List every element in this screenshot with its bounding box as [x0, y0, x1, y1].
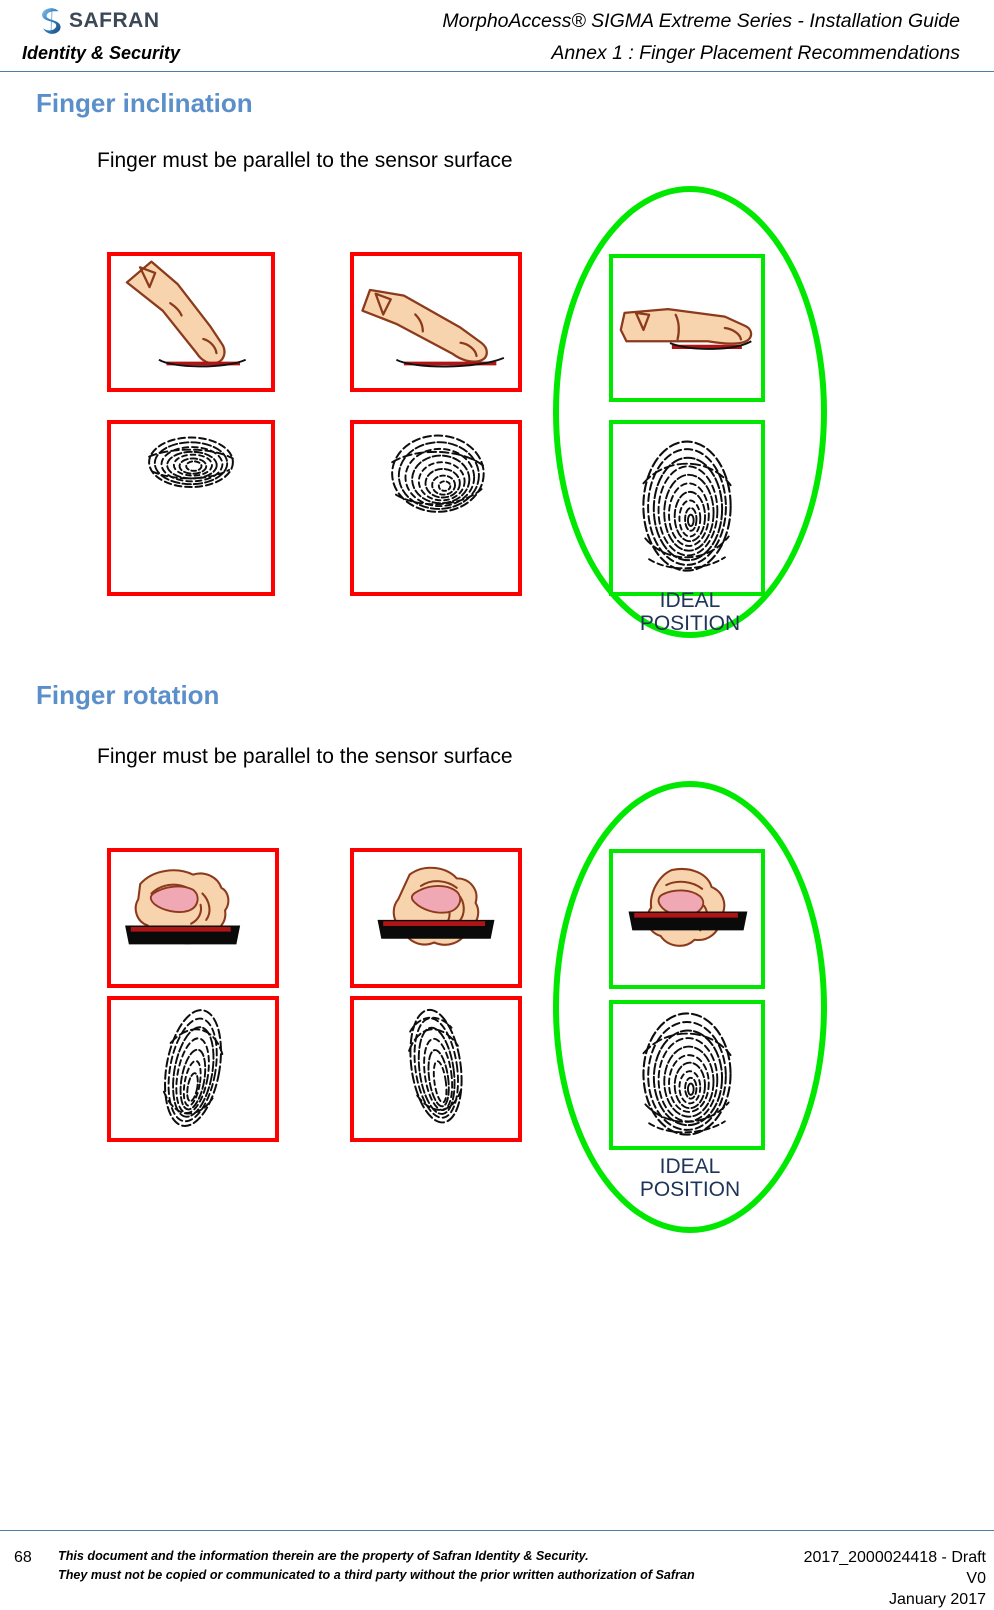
annex-title: Annex 1 : Finger Placement Recommendatio…	[551, 41, 960, 64]
bad-print-panel-inclination-2	[350, 420, 522, 596]
section-subtitle-finger-inclination: Finger must be parallel to the sensor su…	[97, 149, 513, 172]
full-fingerprint-image-rotation	[642, 1012, 732, 1136]
header-divider	[0, 71, 994, 72]
page-number: 68	[14, 1549, 32, 1566]
finger-rotated-right-illustration	[377, 866, 495, 946]
safran-logo-text: SAFRAN	[69, 9, 160, 32]
finger-flat-parallel-illustration	[619, 307, 753, 350]
bad-print-panel-rotation-2	[350, 996, 522, 1142]
ideal-position-caption-inclination: IDEAL POSITION	[639, 589, 741, 635]
ideal-position-caption-rotation: IDEAL POSITION	[639, 1155, 741, 1201]
footer-reference: 2017_2000024418 - Draft	[803, 1549, 986, 1566]
ideal-pose-panel-inclination	[609, 254, 765, 402]
finger-steeply-inclined-illustration	[125, 260, 247, 368]
footer-legal-line-2: They must not be copied or communicated …	[58, 1568, 695, 1582]
footer-divider	[0, 1530, 994, 1531]
footer-legal-notice: This document and the information therei…	[58, 1547, 748, 1585]
full-fingerprint-image-inclination	[642, 440, 732, 572]
bad-pose-panel-rotation-1	[107, 848, 279, 988]
bad-pose-panel-inclination-1	[107, 252, 275, 392]
document-title: MorphoAccess® SIGMA Extreme Series - Ins…	[442, 9, 960, 32]
section-heading-finger-inclination: Finger inclination	[36, 88, 253, 118]
medium-partial-fingerprint-image	[391, 434, 485, 513]
bad-pose-panel-inclination-2	[350, 252, 522, 392]
bad-pose-panel-rotation-2	[350, 848, 522, 988]
narrow-rotated-fingerprint-image	[162, 1009, 224, 1127]
narrow-tilted-fingerprint-image	[408, 1008, 463, 1124]
safran-logo: SAFRAN	[38, 6, 160, 36]
header-row-secondary: Identity & Security Annex 1 : Finger Pla…	[0, 38, 994, 68]
small-partial-fingerprint-image	[148, 436, 234, 489]
section-subtitle-finger-rotation: Finger must be parallel to the sensor su…	[97, 745, 513, 768]
division-name: Identity & Security	[22, 42, 181, 63]
finger-aligned-straight-illustration	[628, 868, 748, 947]
safran-swirl-logo-icon	[42, 7, 61, 35]
ideal-print-panel-rotation	[609, 1000, 765, 1150]
ideal-print-panel-inclination	[609, 420, 765, 596]
header-row-primary: SAFRAN MorphoAccess® SIGMA Extreme Serie…	[0, 4, 994, 38]
bad-print-panel-inclination-1	[107, 420, 275, 596]
bad-print-panel-rotation-1	[107, 996, 279, 1142]
footer-version: V0	[966, 1570, 986, 1587]
footer-legal-line-1: This document and the information therei…	[58, 1549, 589, 1563]
finger-slightly-inclined-illustration	[361, 288, 505, 368]
section-heading-finger-rotation: Finger rotation	[36, 680, 220, 710]
finger-rotated-left-illustration	[125, 869, 241, 945]
page-header: SAFRAN MorphoAccess® SIGMA Extreme Serie…	[0, 0, 994, 76]
ideal-pose-panel-rotation	[609, 849, 765, 989]
footer-reference-block: 2017_2000024418 - Draft V0 January 2017	[706, 1547, 986, 1610]
